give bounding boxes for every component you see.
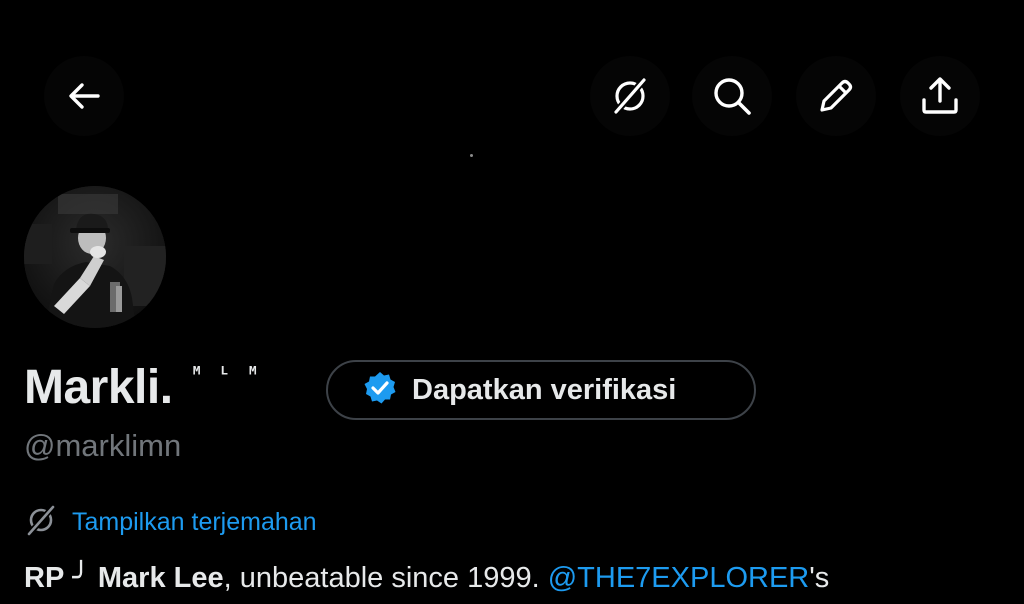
share-icon [918,74,962,118]
banner-dust-speck [470,154,473,157]
profile-name-row: Markli. ᴹ ᴸ ᴹ [24,356,261,420]
share-button[interactable] [900,56,980,136]
bio-separator: ╯ [72,562,90,594]
show-translation-label: Tampilkan terjemahan [72,507,317,536]
arrow-left-icon [64,76,104,116]
bio-suffix: 's [809,562,830,594]
back-button[interactable] [44,56,124,136]
edit-button[interactable] [796,56,876,136]
bio-text: , unbeatable since 1999. [223,562,548,594]
translate-off-icon [24,503,58,542]
bio-bold-name: Mark Lee [97,562,224,594]
search-button[interactable] [692,56,772,136]
name-superscript-tag: ᴹ ᴸ ᴹ [190,362,261,386]
avatar[interactable] [24,186,166,328]
verified-badge-icon [362,370,398,411]
profile-screen: Markli. ᴹ ᴸ ᴹ Dapatkan verifikasi @markl… [0,0,1024,604]
profile-bio: RP ╯ Mark Lee, unbeatable since 1999. @T… [24,558,829,598]
get-verified-label: Dapatkan verifikasi [412,373,677,406]
search-icon [710,74,754,118]
pencil-icon [814,74,858,118]
bio-prefix: RP [24,562,65,594]
get-verified-button[interactable]: Dapatkan verifikasi [326,360,756,420]
translate-off-icon [608,74,652,118]
display-name: Markli. [24,361,173,414]
translate-off-button[interactable] [590,56,670,136]
show-translation-link[interactable]: Tampilkan terjemahan [24,502,317,542]
profile-handle: @marklimn [24,428,182,463]
bio-mention-link[interactable]: @THE7EXPLORER [548,562,810,594]
